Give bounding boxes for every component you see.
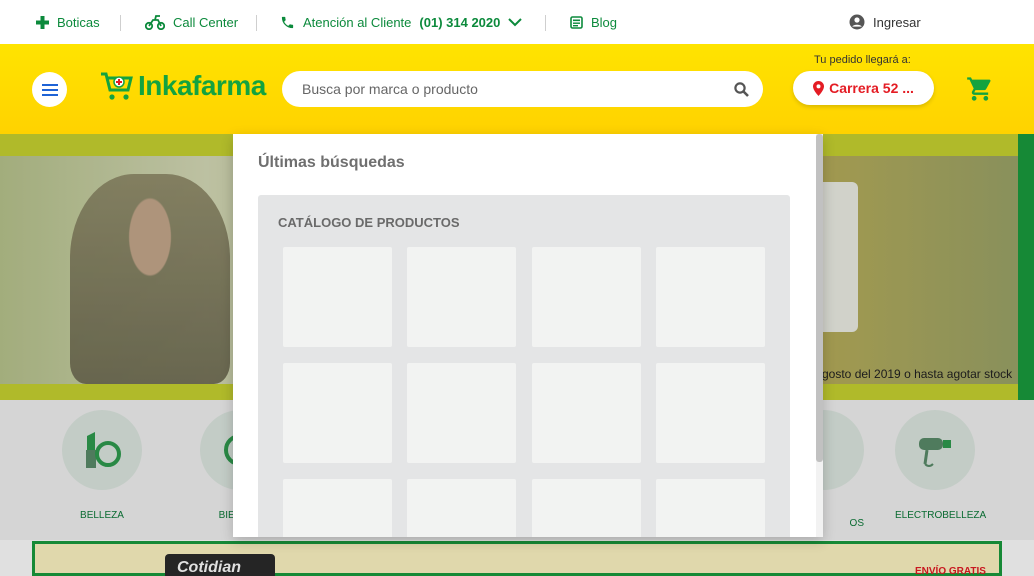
blog-link[interactable]: Blog	[570, 15, 617, 30]
boticas-link[interactable]: Boticas	[36, 15, 100, 30]
boticas-label: Boticas	[57, 15, 100, 30]
delivery-address-button[interactable]: Carrera 52 ...	[793, 71, 934, 105]
plus-icon	[36, 16, 49, 29]
delivery-address: Carrera 52 ...	[829, 80, 914, 96]
divider	[545, 15, 546, 31]
product-tile[interactable]	[532, 247, 641, 347]
dropdown-scrollbar[interactable]	[816, 134, 823, 537]
login-label: Ingresar	[873, 14, 921, 30]
main-header: Inkafarma Tu pedido llegará a: Carrera 5…	[0, 44, 1034, 134]
recent-searches-title: Últimas búsquedas	[258, 154, 405, 171]
product-tile[interactable]	[656, 247, 765, 347]
product-tile[interactable]	[283, 247, 392, 347]
menu-button[interactable]	[32, 72, 67, 107]
customer-service-phone: (01) 314 2020	[419, 15, 501, 30]
phone-icon	[281, 16, 294, 29]
chevron-down-icon[interactable]	[508, 18, 523, 27]
search-input[interactable]	[302, 81, 734, 97]
catalog-title: CATÁLOGO DE PRODUCTOS	[278, 215, 460, 230]
product-tile[interactable]	[656, 479, 765, 537]
search-icon[interactable]	[734, 81, 749, 97]
product-tile[interactable]	[283, 479, 392, 537]
location-pin-icon	[813, 80, 825, 96]
divider	[120, 15, 121, 31]
call-center-label: Call Center	[173, 15, 239, 30]
customer-service-label: Atención al Cliente	[303, 15, 412, 30]
top-bar: Boticas Call Center Atención al Cliente …	[0, 0, 1034, 44]
search-dropdown: Últimas búsquedas CATÁLOGO DE PRODUCTOS	[233, 134, 823, 537]
product-tile[interactable]	[407, 363, 516, 463]
newspaper-icon	[570, 16, 583, 29]
customer-service-link[interactable]: Atención al Cliente (01) 314 2020	[280, 15, 523, 30]
login-link[interactable]: Ingresar	[849, 14, 921, 30]
product-tile[interactable]	[532, 363, 641, 463]
hamburger-icon	[41, 83, 58, 96]
blog-label: Blog	[591, 15, 618, 30]
delivery-label: Tu pedido llegará a:	[814, 54, 911, 66]
product-tile[interactable]	[532, 479, 641, 537]
brand-name: Inkafarma	[138, 70, 266, 101]
product-catalog: CATÁLOGO DE PRODUCTOS	[258, 195, 790, 537]
product-tile[interactable]	[656, 363, 765, 463]
cart-button[interactable]	[966, 75, 994, 108]
brand-logo[interactable]: Inkafarma	[100, 70, 266, 102]
product-tile[interactable]	[407, 247, 516, 347]
motorcycle-icon	[145, 15, 165, 30]
product-tile[interactable]	[283, 363, 392, 463]
product-tile[interactable]	[407, 479, 516, 537]
cart-icon	[967, 77, 991, 101]
search-bar	[282, 71, 763, 107]
scrollbar-thumb[interactable]	[816, 134, 823, 462]
cart-logo-icon	[101, 72, 133, 100]
divider	[256, 15, 257, 31]
call-center-link[interactable]: Call Center	[145, 15, 238, 30]
user-circle-icon	[849, 14, 865, 30]
